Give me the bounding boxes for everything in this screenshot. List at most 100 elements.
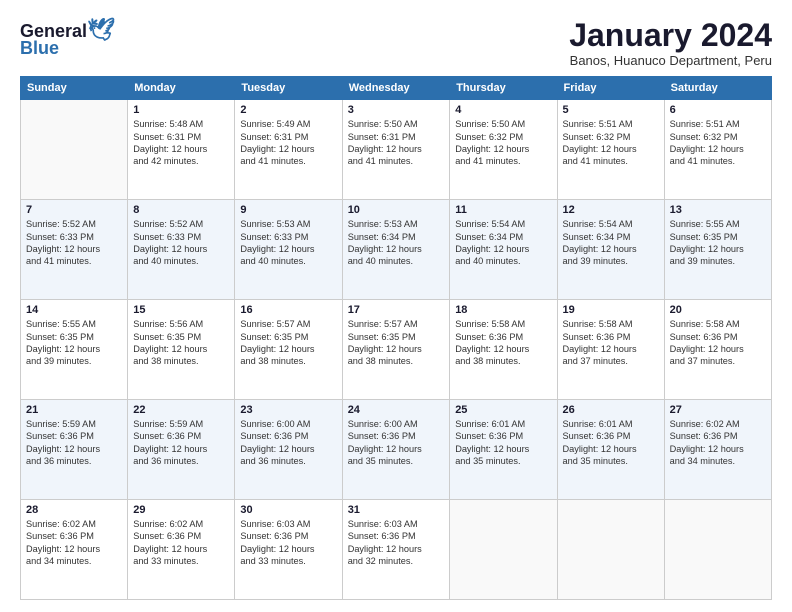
calendar-cell: 16 Sunrise: 5:57 AM Sunset: 6:35 PM Dayli… [235,300,342,400]
day-number: 26 [563,404,659,416]
day-number: 15 [133,304,229,316]
calendar-cell: 25 Sunrise: 6:01 AM Sunset: 6:36 PM Dayli… [450,400,557,500]
calendar-cell: 28Sunrise: 6:02 AM Sunset: 6:36 PM Dayli… [21,500,128,600]
day-info: Sunrise: 5:53 AM Sunset: 6:34 PM Dayligh… [348,218,445,268]
calendar-cell: 9Sunrise: 5:53 AM Sunset: 6:33 PM Daylig… [235,200,342,300]
calendar-cell: 26 Sunrise: 6:01 AM Sunset: 6:36 PM Dayli… [557,400,664,500]
calendar-cell: 18Sunrise: 5:58 AM Sunset: 6:36 PM Dayli… [450,300,557,400]
calendar-week-row: 14 Sunrise: 5:55 AM Sunset: 6:35 PM Dayli… [21,300,772,400]
header: General🕊 Blue January 2024 Banos, Huanuc… [20,18,772,68]
day-number: 1 [133,104,229,116]
col-monday: Monday [128,77,235,100]
day-number: 4 [455,104,551,116]
calendar-cell: 15 Sunrise: 5:56 AM Sunset: 6:35 PM Dayli… [128,300,235,400]
day-info: Sunrise: 5:52 AM Sunset: 6:33 PM Dayligh… [26,218,122,268]
day-info: Sunrise: 5:49 AM Sunset: 6:31 PM Dayligh… [240,118,336,168]
day-number: 30 [240,504,336,516]
day-info: Sunrise: 6:02 AM Sunset: 6:36 PM Dayligh… [133,518,229,568]
calendar-cell: 10Sunrise: 5:53 AM Sunset: 6:34 PM Dayli… [342,200,450,300]
calendar-cell: 1 Sunrise: 5:48 AM Sunset: 6:31 PM Daylig… [128,100,235,200]
day-number: 5 [563,104,659,116]
day-number: 12 [563,204,659,216]
calendar-cell: 8Sunrise: 5:52 AM Sunset: 6:33 PM Daylig… [128,200,235,300]
calendar-cell [21,100,128,200]
day-number: 31 [348,504,445,516]
calendar-cell: 27 Sunrise: 6:02 AM Sunset: 6:36 PM Dayli… [664,400,771,500]
day-number: 27 [670,404,766,416]
calendar-cell: 30Sunrise: 6:03 AM Sunset: 6:36 PM Dayli… [235,500,342,600]
day-info: Sunrise: 6:02 AM Sunset: 6:36 PM Dayligh… [670,418,766,468]
day-number: 24 [348,404,445,416]
day-info: Sunrise: 6:01 AM Sunset: 6:36 PM Dayligh… [455,418,551,468]
day-number: 20 [670,304,766,316]
day-number: 9 [240,204,336,216]
day-info: Sunrise: 6:00 AM Sunset: 6:36 PM Dayligh… [348,418,445,468]
col-wednesday: Wednesday [342,77,450,100]
col-friday: Friday [557,77,664,100]
calendar-title: January 2024 [569,18,772,53]
day-info: Sunrise: 5:55 AM Sunset: 6:35 PM Dayligh… [26,318,122,368]
day-info: Sunrise: 5:59 AM Sunset: 6:36 PM Dayligh… [26,418,122,468]
day-info: Sunrise: 5:54 AM Sunset: 6:34 PM Dayligh… [563,218,659,268]
day-number: 6 [670,104,766,116]
calendar-cell: 13 Sunrise: 5:55 AM Sunset: 6:35 PM Dayli… [664,200,771,300]
calendar-cell: 6 Sunrise: 5:51 AM Sunset: 6:32 PM Daylig… [664,100,771,200]
day-info: Sunrise: 5:51 AM Sunset: 6:32 PM Dayligh… [563,118,659,168]
calendar-cell: 3 Sunrise: 5:50 AM Sunset: 6:31 PM Daylig… [342,100,450,200]
day-number: 2 [240,104,336,116]
day-info: Sunrise: 5:50 AM Sunset: 6:32 PM Dayligh… [455,118,551,168]
calendar-cell: 5 Sunrise: 5:51 AM Sunset: 6:32 PM Daylig… [557,100,664,200]
calendar-subtitle: Banos, Huanuco Department, Peru [569,53,772,68]
calendar-cell [557,500,664,600]
calendar-cell: 24 Sunrise: 6:00 AM Sunset: 6:36 PM Dayli… [342,400,450,500]
day-number: 16 [240,304,336,316]
calendar-week-row: 21 Sunrise: 5:59 AM Sunset: 6:36 PM Dayli… [21,400,772,500]
col-saturday: Saturday [664,77,771,100]
day-info: Sunrise: 5:59 AM Sunset: 6:36 PM Dayligh… [133,418,229,468]
page: General🕊 Blue January 2024 Banos, Huanuc… [0,0,792,612]
calendar-week-row: 7 Sunrise: 5:52 AM Sunset: 6:33 PM Daylig… [21,200,772,300]
day-number: 3 [348,104,445,116]
day-info: Sunrise: 5:58 AM Sunset: 6:36 PM Dayligh… [670,318,766,368]
day-info: Sunrise: 5:54 AM Sunset: 6:34 PM Dayligh… [455,218,551,268]
day-number: 7 [26,204,122,216]
calendar-cell: 20 Sunrise: 5:58 AM Sunset: 6:36 PM Dayli… [664,300,771,400]
day-info: Sunrise: 5:57 AM Sunset: 6:35 PM Dayligh… [240,318,336,368]
day-info: Sunrise: 5:56 AM Sunset: 6:35 PM Dayligh… [133,318,229,368]
day-number: 25 [455,404,551,416]
day-info: Sunrise: 5:58 AM Sunset: 6:36 PM Dayligh… [563,318,659,368]
calendar-cell: 12 Sunrise: 5:54 AM Sunset: 6:34 PM Dayli… [557,200,664,300]
day-number: 23 [240,404,336,416]
calendar-cell: 2 Sunrise: 5:49 AM Sunset: 6:31 PM Daylig… [235,100,342,200]
day-info: Sunrise: 5:48 AM Sunset: 6:31 PM Dayligh… [133,118,229,168]
day-info: Sunrise: 5:52 AM Sunset: 6:33 PM Dayligh… [133,218,229,268]
calendar-cell: 4 Sunrise: 5:50 AM Sunset: 6:32 PM Daylig… [450,100,557,200]
calendar-cell: 7 Sunrise: 5:52 AM Sunset: 6:33 PM Daylig… [21,200,128,300]
day-info: Sunrise: 6:03 AM Sunset: 6:36 PM Dayligh… [348,518,445,568]
day-number: 11 [455,204,551,216]
day-info: Sunrise: 6:02 AM Sunset: 6:36 PM Dayligh… [26,518,122,568]
day-number: 22 [133,404,229,416]
day-info: Sunrise: 5:55 AM Sunset: 6:35 PM Dayligh… [670,218,766,268]
day-info: Sunrise: 5:51 AM Sunset: 6:32 PM Dayligh… [670,118,766,168]
day-number: 19 [563,304,659,316]
day-number: 13 [670,204,766,216]
calendar-week-row: 1 Sunrise: 5:48 AM Sunset: 6:31 PM Daylig… [21,100,772,200]
logo-blue: Blue [20,38,59,59]
day-info: Sunrise: 6:00 AM Sunset: 6:36 PM Dayligh… [240,418,336,468]
day-number: 21 [26,404,122,416]
calendar-cell: 19 Sunrise: 5:58 AM Sunset: 6:36 PM Dayli… [557,300,664,400]
col-tuesday: Tuesday [235,77,342,100]
day-info: Sunrise: 5:50 AM Sunset: 6:31 PM Dayligh… [348,118,445,168]
calendar-cell: 17Sunrise: 5:57 AM Sunset: 6:35 PM Dayli… [342,300,450,400]
day-number: 17 [348,304,445,316]
logo-bird-icon: 🕊 [87,17,115,42]
title-area: January 2024 Banos, Huanuco Department, … [569,18,772,68]
calendar-cell [664,500,771,600]
calendar-cell: 11 Sunrise: 5:54 AM Sunset: 6:34 PM Dayli… [450,200,557,300]
calendar-cell [450,500,557,600]
day-number: 14 [26,304,122,316]
day-info: Sunrise: 6:01 AM Sunset: 6:36 PM Dayligh… [563,418,659,468]
calendar-cell: 29Sunrise: 6:02 AM Sunset: 6:36 PM Dayli… [128,500,235,600]
calendar-header-row: Sunday Monday Tuesday Wednesday Thursday… [21,77,772,100]
